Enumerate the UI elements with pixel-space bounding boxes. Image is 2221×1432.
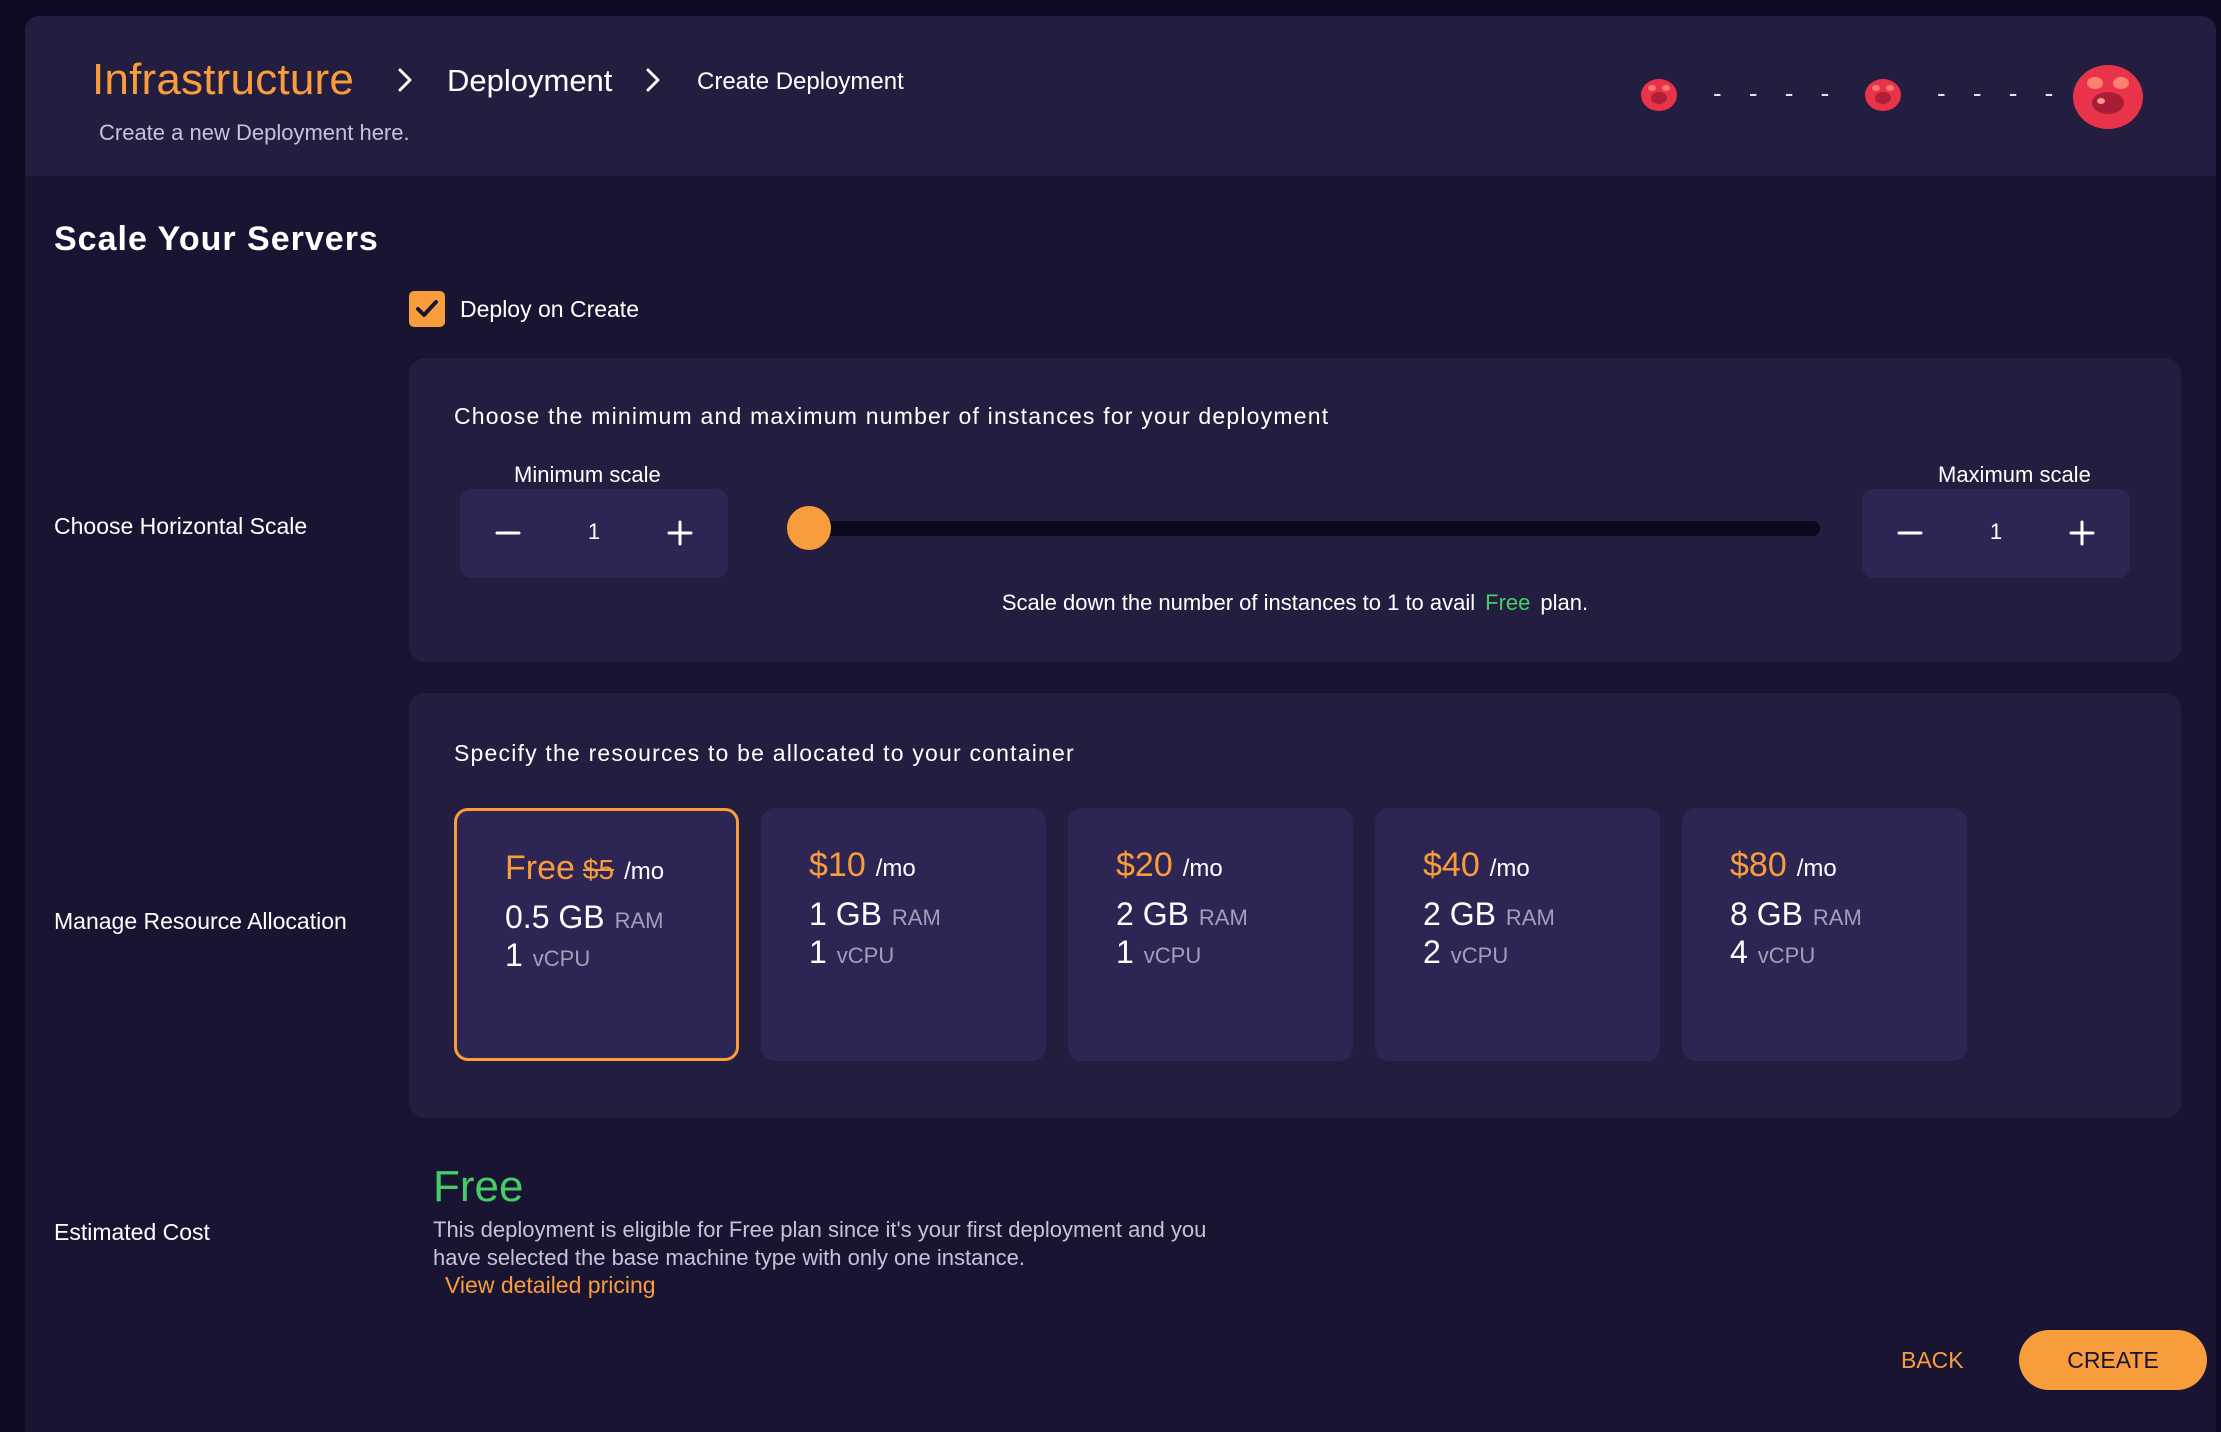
resource-panel-title: Specify the resources to be allocated to…: [454, 740, 1075, 766]
status-placeholder-2: - - - -: [1937, 78, 2064, 108]
plus-icon: [2069, 520, 2095, 546]
plan-ram-unit: RAM: [1505, 905, 1555, 930]
plan-ram-value: 2 GB: [1116, 896, 1189, 932]
status-placeholder-1: - - - -: [1713, 78, 1840, 108]
chevron-right-icon: [391, 66, 419, 94]
plan-cpu-value: 1: [505, 937, 523, 973]
scale-note: Scale down the number of instances to 1 …: [409, 590, 2181, 616]
plan-price-amount: Free: [505, 849, 575, 887]
plan-ram-unit: RAM: [891, 905, 941, 930]
plan-price-period: /mo: [875, 855, 916, 882]
chevron-right-icon: [639, 66, 667, 94]
plan-price-period: /mo: [1182, 855, 1223, 882]
back-button[interactable]: BACK: [1901, 1347, 1964, 1374]
plan-card[interactable]: Free $5/mo 0.5 GB RAM 1 vCPU: [454, 808, 739, 1061]
horizontal-scale-label: Choose Horizontal Scale: [54, 513, 308, 539]
plan-original-price: $5: [582, 854, 615, 885]
plan-cpu: 1 vCPU: [505, 937, 590, 974]
plan-ram-unit: RAM: [1812, 905, 1862, 930]
maximum-scale-stepper: 1: [1862, 489, 2130, 578]
plan-price-period: /mo: [1489, 855, 1530, 882]
checkmark-icon: [416, 300, 438, 317]
plan-ram-value: 0.5 GB: [505, 899, 605, 935]
plan-ram: 2 GB RAM: [1423, 896, 1555, 933]
plan-ram: 2 GB RAM: [1116, 896, 1248, 933]
scale-slider-track[interactable]: [797, 521, 1820, 536]
plan-cpu: 4 vCPU: [1730, 934, 1815, 971]
plan-ram-unit: RAM: [1198, 905, 1248, 930]
plan-cpu-value: 4: [1730, 934, 1748, 970]
plan-cpu: 2 vCPU: [1423, 934, 1508, 971]
breadcrumb-infrastructure[interactable]: Infrastructure: [92, 55, 354, 105]
plan-cpu-unit: vCPU: [1450, 943, 1509, 968]
plan-price: Free $5/mo: [505, 849, 664, 888]
scale-panel-title: Choose the minimum and maximum number of…: [454, 403, 1330, 429]
plan-card[interactable]: $10/mo 1 GB RAM 1 vCPU: [761, 808, 1046, 1061]
plan-price-amount: $20: [1116, 846, 1173, 884]
plan-card[interactable]: $40/mo 2 GB RAM 2 vCPU: [1375, 808, 1660, 1061]
user-avatar[interactable]: [2071, 61, 2145, 136]
scale-note-suffix: plan.: [1540, 590, 1589, 615]
estimated-cost-value: Free: [433, 1162, 524, 1211]
view-detailed-pricing-link[interactable]: View detailed pricing: [445, 1272, 656, 1299]
plan-cpu-unit: vCPU: [1143, 943, 1202, 968]
plan-price: $10/mo: [809, 846, 916, 885]
plan-price-period: /mo: [624, 858, 665, 885]
plus-icon: [667, 520, 693, 546]
horizontal-scale-panel: Choose the minimum and maximum number of…: [409, 358, 2181, 662]
plan-cpu-value: 1: [809, 934, 827, 970]
plan-price: $80/mo: [1730, 846, 1837, 885]
plan-ram-value: 1 GB: [809, 896, 882, 932]
blob-avatar-icon: [1863, 74, 1903, 119]
plan-cpu: 1 vCPU: [1116, 934, 1201, 971]
plan-cpu: 1 vCPU: [809, 934, 894, 971]
plan-price: $20/mo: [1116, 846, 1223, 885]
minimum-scale-stepper: 1: [460, 489, 728, 578]
plan-cpu-unit: vCPU: [1757, 943, 1816, 968]
page-subtitle: Create a new Deployment here.: [99, 120, 410, 145]
deploy-on-create-label[interactable]: Deploy on Create: [460, 296, 639, 323]
scale-note-prefix: Scale down the number of instances to 1 …: [1001, 590, 1476, 615]
estimated-cost-description: This deployment is eligible for Free pla…: [433, 1217, 1207, 1270]
estimated-cost-label: Estimated Cost: [54, 1219, 210, 1245]
minimum-scale-label: Minimum scale: [514, 462, 661, 487]
breadcrumb-create-deployment: Create Deployment: [697, 68, 904, 95]
blob-avatar-icon: [1639, 74, 1679, 119]
plan-price-amount: $40: [1423, 846, 1480, 884]
resource-allocation-label: Manage Resource Allocation: [54, 908, 347, 934]
scale-slider-thumb[interactable]: [787, 506, 831, 550]
plan-ram-unit: RAM: [614, 908, 664, 933]
plan-cpu-unit: vCPU: [836, 943, 895, 968]
plan-card[interactable]: $80/mo 8 GB RAM 4 vCPU: [1682, 808, 1967, 1061]
section-title: Scale Your Servers: [54, 220, 379, 258]
deploy-on-create-checkbox[interactable]: [409, 291, 445, 327]
plan-card[interactable]: $20/mo 2 GB RAM 1 vCPU: [1068, 808, 1353, 1061]
plan-cpu-value: 2: [1423, 934, 1441, 970]
plan-price-amount: $80: [1730, 846, 1787, 884]
plan-cpu-unit: vCPU: [532, 946, 591, 971]
min-increment-button[interactable]: [660, 513, 700, 553]
plan-ram: 1 GB RAM: [809, 896, 941, 933]
scale-note-free: Free: [1485, 590, 1531, 615]
plan-ram: 0.5 GB RAM: [505, 899, 664, 936]
max-increment-button[interactable]: [2062, 513, 2102, 553]
plan-ram-value: 8 GB: [1730, 896, 1803, 932]
page-header: Infrastructure Deployment Create Deploym…: [25, 16, 2216, 176]
plan-ram: 8 GB RAM: [1730, 896, 1862, 933]
create-button[interactable]: CREATE: [2019, 1330, 2207, 1390]
breadcrumb-deployment[interactable]: Deployment: [447, 63, 612, 99]
app-window: Infrastructure Deployment Create Deploym…: [25, 16, 2216, 1432]
plan-price-amount: $10: [809, 846, 866, 884]
plan-price-period: /mo: [1796, 855, 1837, 882]
maximum-scale-label: Maximum scale: [1938, 462, 2091, 487]
plan-price: $40/mo: [1423, 846, 1530, 885]
plan-cpu-value: 1: [1116, 934, 1134, 970]
plan-ram-value: 2 GB: [1423, 896, 1496, 932]
resource-allocation-panel: Specify the resources to be allocated to…: [409, 693, 2181, 1118]
